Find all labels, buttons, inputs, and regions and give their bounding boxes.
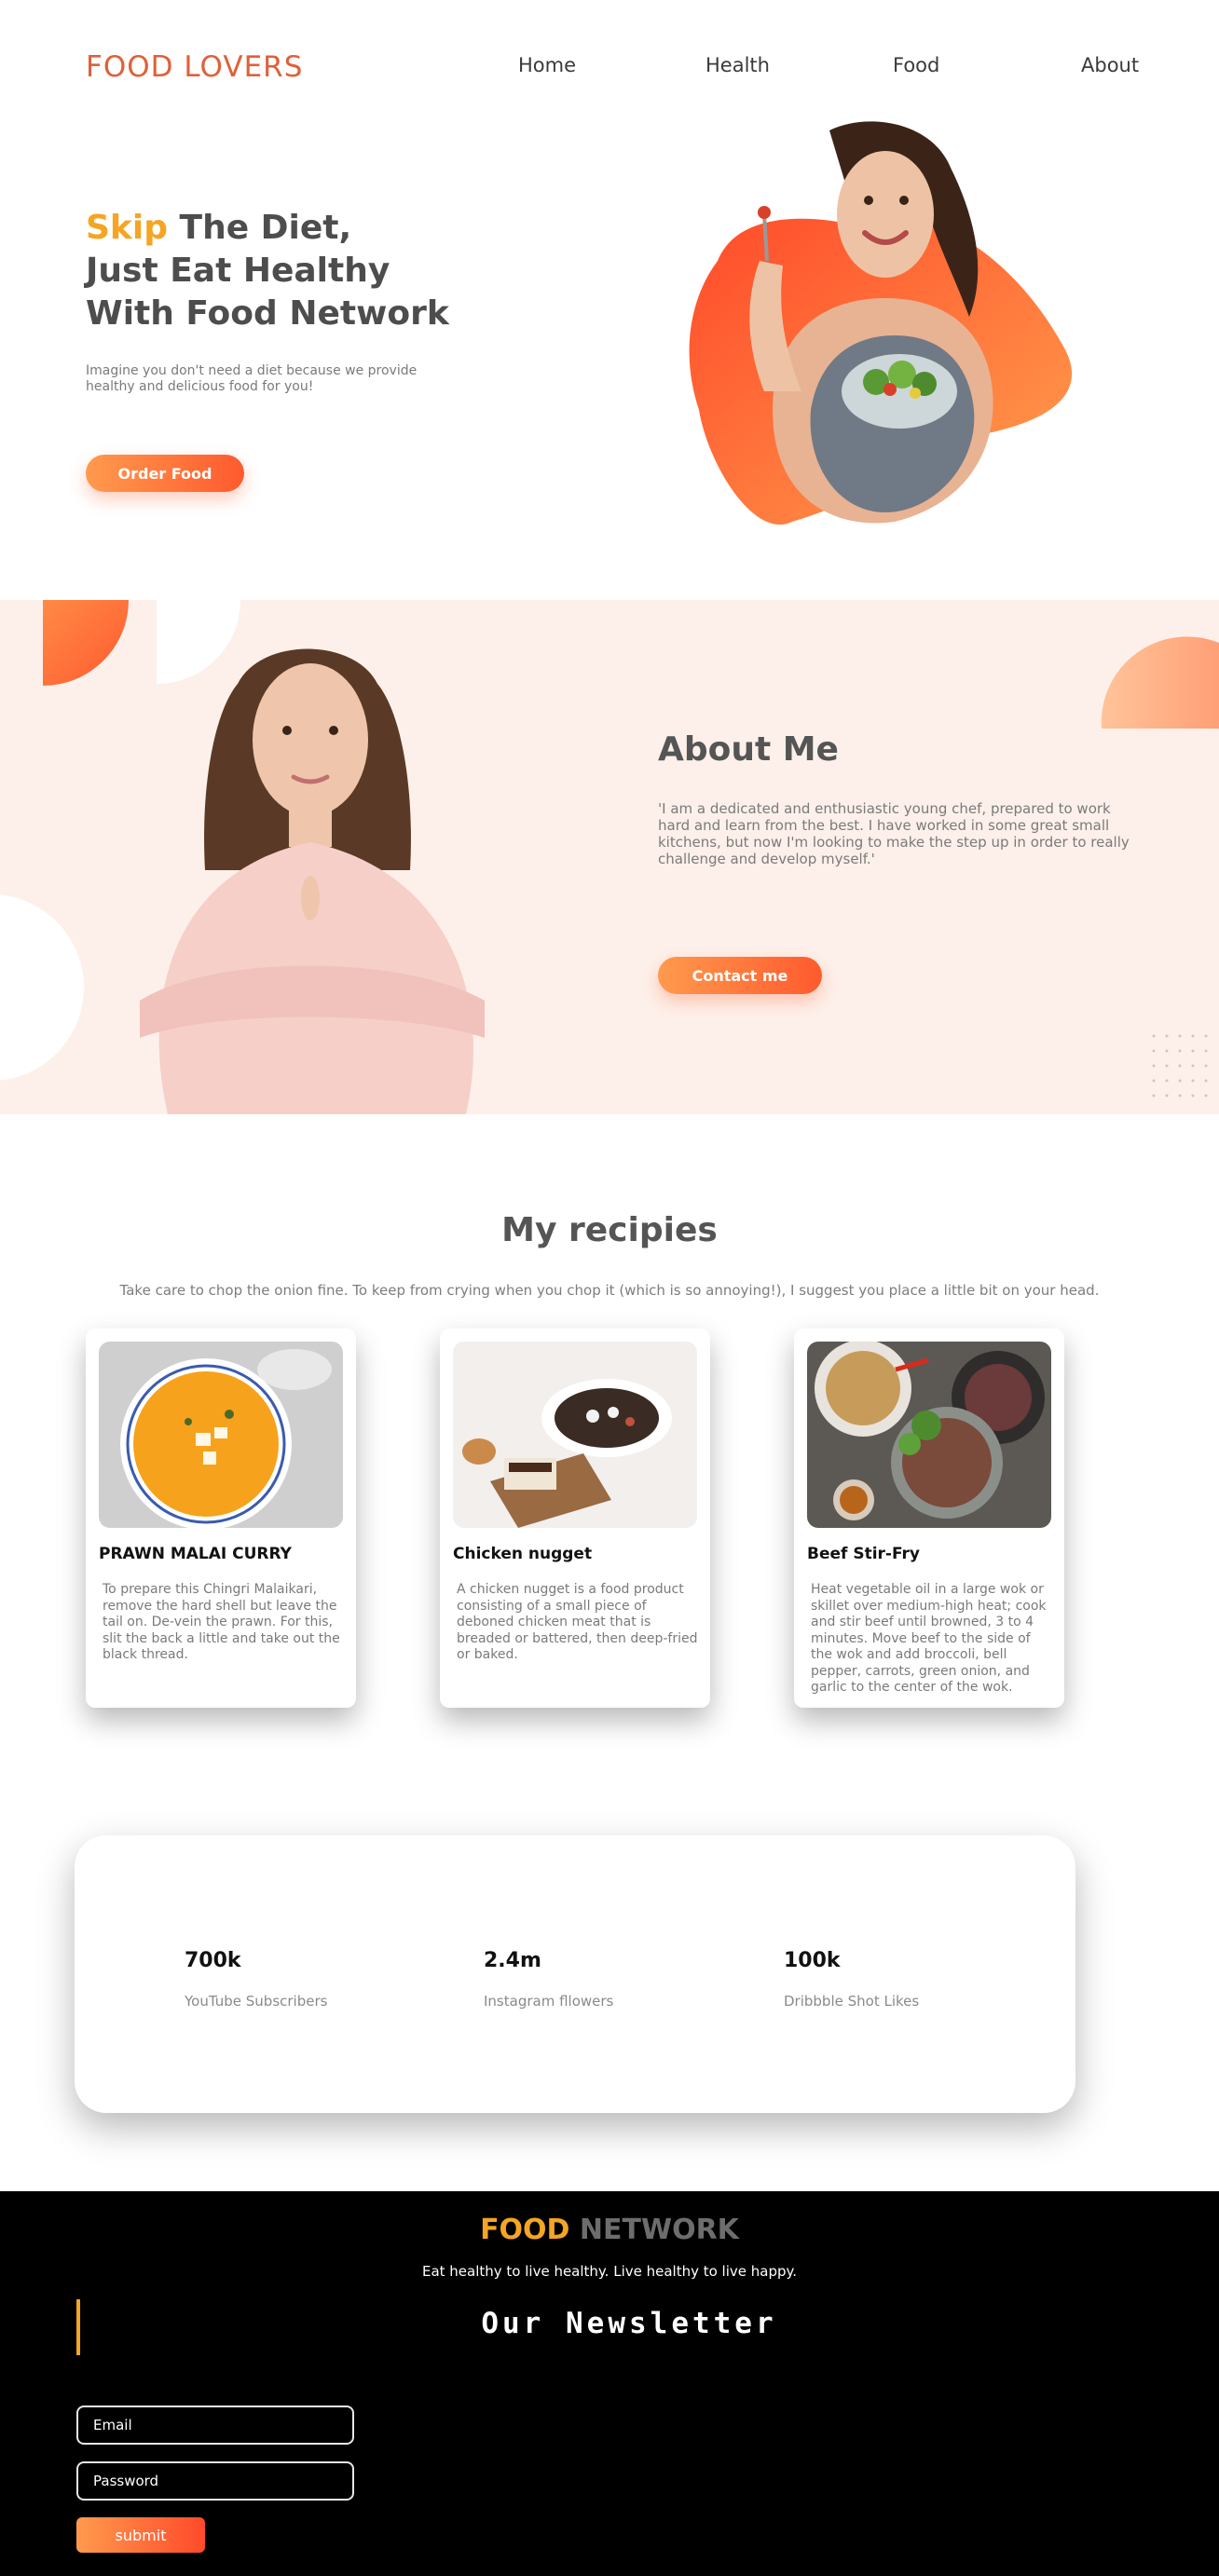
newsletter-heading: Our Newsletter bbox=[481, 2307, 777, 2340]
footer-brand-network: NETWORK bbox=[569, 2214, 739, 2246]
recipe-card-prawn[interactable]: PRAWN MALAI CURRY To prepare this Chingr… bbox=[86, 1329, 356, 1708]
submit-button[interactable]: submit bbox=[76, 2517, 205, 2553]
recipe-description: Heat vegetable oil in a large wok or ski… bbox=[811, 1582, 1047, 1695]
top-navigation: FOOD LOVERS Home Health Food About bbox=[0, 0, 1219, 130]
recipe-title: Beef Stir-Fry bbox=[807, 1545, 920, 1563]
stats-panel bbox=[75, 1835, 1075, 2113]
stat-dribbble-value: 100k bbox=[784, 1949, 841, 1972]
nav-link-about[interactable]: About bbox=[1081, 54, 1139, 76]
hero-heading: Skip The Diet, Just Eat Healthy With Foo… bbox=[86, 207, 514, 335]
stat-youtube-value: 700k bbox=[185, 1949, 241, 1972]
footer-brand: FOOD NETWORK bbox=[0, 2214, 1219, 2246]
hero-woman-illustration bbox=[689, 121, 1073, 525]
hero-description: Imagine you don't need a diet because we… bbox=[86, 363, 418, 394]
hero-heading-accent: Skip bbox=[86, 209, 168, 247]
footer-tagline: Eat healthy to live healthy. Live health… bbox=[421, 2263, 798, 2280]
nav-link-food[interactable]: Food bbox=[893, 54, 939, 76]
recipe-card-nugget[interactable]: Chicken nugget A chicken nugget is a foo… bbox=[440, 1329, 710, 1708]
chef-portrait bbox=[140, 648, 485, 1114]
beef-stir-fry-image bbox=[807, 1342, 1051, 1528]
password-field[interactable] bbox=[76, 2461, 354, 2501]
recipe-description: To prepare this Chingri Malaikari, remov… bbox=[103, 1582, 340, 1662]
curry-bowl-image bbox=[99, 1342, 343, 1528]
recipe-title: PRAWN MALAI CURRY bbox=[99, 1545, 292, 1563]
recipe-description: A chicken nugget is a food product consi… bbox=[457, 1582, 698, 1662]
recipes-heading: My recipies bbox=[501, 1211, 718, 1249]
nugget-image bbox=[453, 1342, 697, 1528]
recipes-subtitle: Take care to chop the onion fine. To kee… bbox=[119, 1282, 1100, 1299]
stat-dribbble-label: Dribbble Shot Likes bbox=[784, 1993, 920, 2010]
nav-link-health[interactable]: Health bbox=[705, 54, 770, 76]
hero-heading-line2: Just Eat Healthy bbox=[86, 252, 390, 290]
recipe-title: Chicken nugget bbox=[453, 1545, 593, 1563]
stat-youtube-label: YouTube Subscribers bbox=[185, 1993, 328, 2010]
recipe-card-beef[interactable]: Beef Stir-Fry Heat vegetable oil in a la… bbox=[794, 1329, 1064, 1708]
dot-grid bbox=[1152, 1034, 1208, 1097]
about-description: 'I am a dedicated and enthusiastic young… bbox=[658, 800, 1130, 867]
contact-me-button[interactable]: Contact me bbox=[658, 957, 822, 994]
hero-heading-line1: The Diet, bbox=[167, 209, 352, 247]
email-field[interactable] bbox=[76, 2406, 354, 2445]
footer-brand-food: FOOD bbox=[480, 2214, 570, 2246]
nav-link-home[interactable]: Home bbox=[518, 54, 576, 76]
site-logo[interactable]: FOOD LOVERS bbox=[86, 50, 303, 84]
hero-heading-line3: With Food Network bbox=[86, 294, 449, 333]
stat-instagram-label: Instagram fllowers bbox=[484, 1993, 614, 2010]
about-heading: About Me bbox=[658, 730, 839, 769]
stat-instagram-value: 2.4m bbox=[484, 1949, 541, 1972]
order-food-button[interactable]: Order Food bbox=[86, 455, 244, 492]
